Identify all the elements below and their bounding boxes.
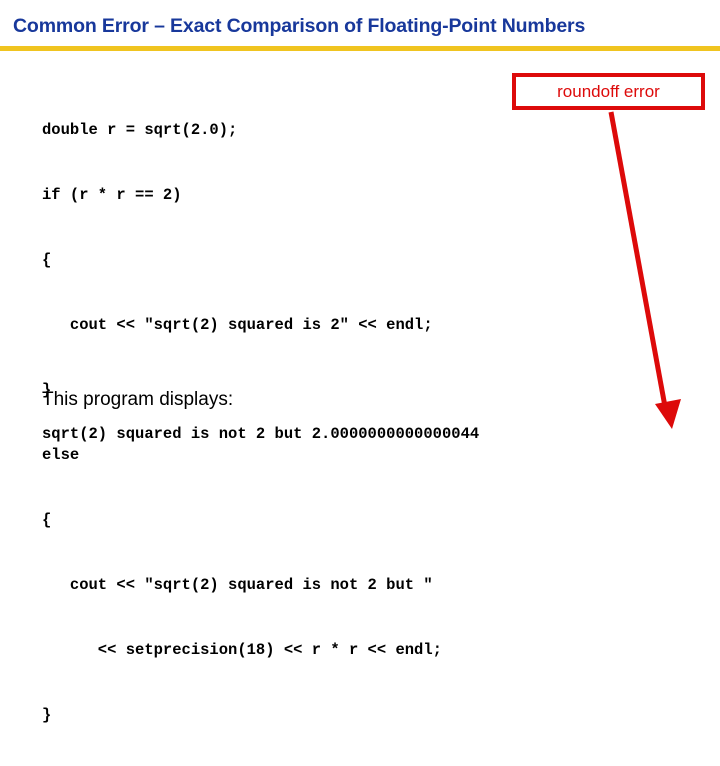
code-line: } [42, 706, 52, 724]
code-line: else [42, 446, 80, 464]
code-line: if (r * r == 2) [42, 186, 182, 204]
roundoff-error-callout: roundoff error [512, 73, 705, 110]
arrow-shaft [608, 111, 669, 413]
code-line: cout << "sqrt(2) squared is 2" << endl; [42, 316, 433, 334]
code-line: { [42, 251, 52, 269]
code-line: { [42, 511, 52, 529]
code-line: cout << "sqrt(2) squared is not 2 but " [42, 576, 433, 594]
title-divider [0, 46, 720, 51]
arrow-head [655, 399, 681, 429]
slide-canvas: Common Error – Exact Comparison of Float… [0, 0, 720, 724]
program-output-intro: This program displays: [42, 389, 234, 410]
code-line: double r = sqrt(2.0); [42, 121, 238, 139]
code-block: double r = sqrt(2.0); if (r * r == 2) { … [42, 80, 442, 766]
callout-label: roundoff error [557, 82, 660, 101]
page-title: Common Error – Exact Comparison of Float… [13, 15, 586, 37]
code-line: << setprecision(18) << r * r << endl; [42, 641, 442, 659]
program-output-text: sqrt(2) squared is not 2 but 2.000000000… [42, 425, 480, 443]
